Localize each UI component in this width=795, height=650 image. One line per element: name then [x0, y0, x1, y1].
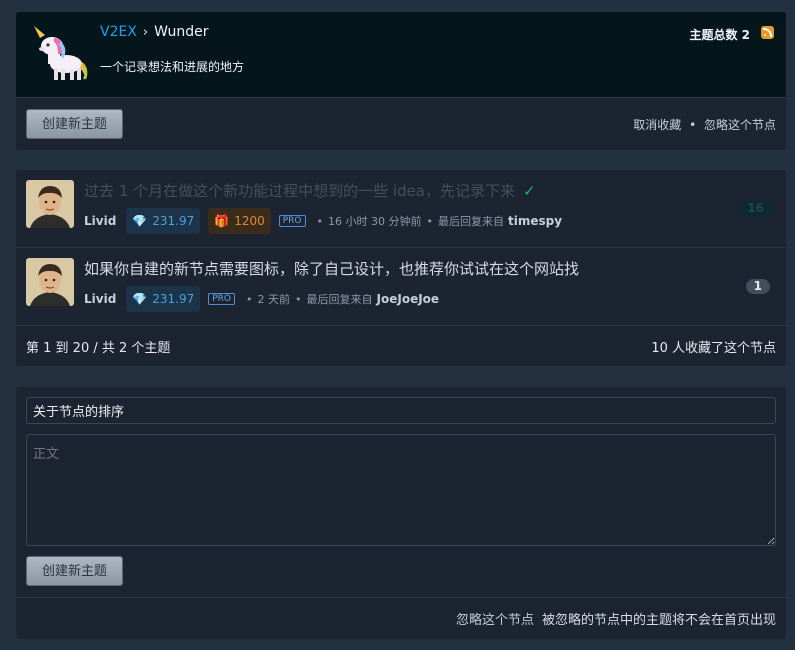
last-reply-label: 最后回复来自 [306, 293, 373, 306]
gem-value: 231.97 [152, 214, 195, 228]
avatar[interactable] [26, 258, 74, 306]
gem-badge: 💎 231.97 [126, 286, 201, 312]
gift-icon: 🎁 [214, 214, 230, 228]
diamond-icon: 💎 [132, 292, 148, 306]
topic-time: 2 天前 [257, 293, 291, 306]
separator-dot: • [689, 118, 697, 132]
gift-badge: 🎁 1200 [208, 208, 271, 234]
last-reply-label: 最后回复来自 [438, 215, 504, 228]
create-topic-submit-button[interactable]: 创建新主题 [26, 556, 124, 586]
new-topic-form: 创建新主题 忽略这个节点被忽略的节点中的主题将不会在首页出现 [16, 387, 786, 639]
meta-bullet: • [295, 292, 302, 306]
meta-bullet: • [426, 214, 434, 228]
reply-count-badge[interactable]: 16 [739, 201, 772, 216]
topic-list-footer: 第 1 到 20 / 共 2 个主题 10 人收藏了这个节点 [26, 337, 776, 356]
reply-count-badge[interactable]: 1 [745, 279, 770, 294]
node-actions: 取消收藏 • 忽略这个节点 [633, 116, 776, 133]
ignore-note: 被忽略的节点中的主题将不会在首页出现 [541, 613, 776, 628]
topic-time: 16 小时 30 分钟前 [328, 215, 422, 228]
breadcrumb-home-link[interactable]: V2EX [100, 24, 137, 40]
topic-body-textarea[interactable] [26, 434, 776, 546]
topic-item: 过去 1 个月在做这个新功能过程中想到的一些 idea，先记录下来 ✓ Livid… [16, 170, 786, 248]
unfavorite-link[interactable]: 取消收藏 [633, 118, 681, 132]
rss-icon[interactable] [761, 26, 774, 39]
ignore-node-link[interactable]: 忽略这个节点 [456, 613, 534, 628]
pro-badge: PRO [208, 293, 236, 305]
topic-list: 过去 1 个月在做这个新功能过程中想到的一些 idea，先记录下来 ✓ Livid… [16, 170, 786, 366]
favorites-count: 10 人收藏了这个节点 [651, 341, 776, 356]
gem-value: 231.97 [152, 292, 195, 306]
breadcrumb-separator: › [142, 25, 149, 40]
last-reply-user[interactable]: JoeJoeJoe [377, 292, 440, 306]
topic-count-value: 2 [741, 28, 750, 42]
gem-badge: 💎 231.97 [126, 208, 201, 234]
breadcrumb: V2EX › Wunder [100, 24, 208, 40]
ignore-note-row: 忽略这个节点 被忽略的节点中的主题将不会在首页出现 [456, 609, 776, 628]
diamond-icon: 💎 [132, 214, 148, 228]
topic-title-input[interactable] [26, 397, 776, 424]
topic-author[interactable]: Livid [84, 292, 116, 306]
avatar[interactable] [26, 180, 74, 228]
topic-count: 主题总数 2 [689, 26, 750, 43]
create-topic-button[interactable]: 创建新主题 [26, 109, 124, 139]
breadcrumb-current-node: Wunder [154, 24, 209, 40]
topic-title[interactable]: 如果你自建的新节点需要图标，除了自己设计，也推荐你试试在这个网站找 [84, 258, 579, 279]
node-header: V2EX › Wunder 一个记录想法和进展的地方 主题总数 2 [16, 12, 786, 98]
topic-count-label: 主题总数 [689, 28, 738, 42]
gift-value: 1200 [234, 214, 265, 228]
check-icon: ✓ [522, 182, 536, 200]
ignore-node-link[interactable]: 忽略这个节点 [704, 118, 776, 132]
meta-bullet: • [316, 214, 324, 228]
topic-item: 如果你自建的新节点需要图标，除了自己设计，也推荐你试试在这个网站找 Livid … [16, 248, 786, 326]
pro-badge: PRO [278, 215, 306, 227]
unicorn-node-icon [34, 26, 88, 80]
topic-meta: Livid 💎 231.97 🎁 1200 PRO • 16 小时 30 分钟前 •… [84, 208, 562, 234]
last-reply-user[interactable]: timespy [508, 214, 562, 228]
node-header-box: V2EX › Wunder 一个记录想法和进展的地方 主题总数 2 创建新主题 取消… [16, 12, 786, 150]
topic-title[interactable]: 过去 1 个月在做这个新功能过程中想到的一些 idea，先记录下来 ✓ [84, 180, 536, 201]
topic-author[interactable]: Livid [84, 214, 116, 228]
divider [16, 597, 786, 598]
meta-bullet: • [246, 292, 253, 306]
topic-title-text[interactable]: 过去 1 个月在做这个新功能过程中想到的一些 idea，先记录下来 [84, 182, 515, 200]
pagination-info: 第 1 到 20 / 共 2 个主题 [26, 341, 171, 356]
node-description: 一个记录想法和进展的地方 [100, 60, 245, 74]
topic-meta: Livid 💎 231.97 PRO • 2 天前 • 最后回复来自 JoeJoe… [84, 286, 439, 312]
